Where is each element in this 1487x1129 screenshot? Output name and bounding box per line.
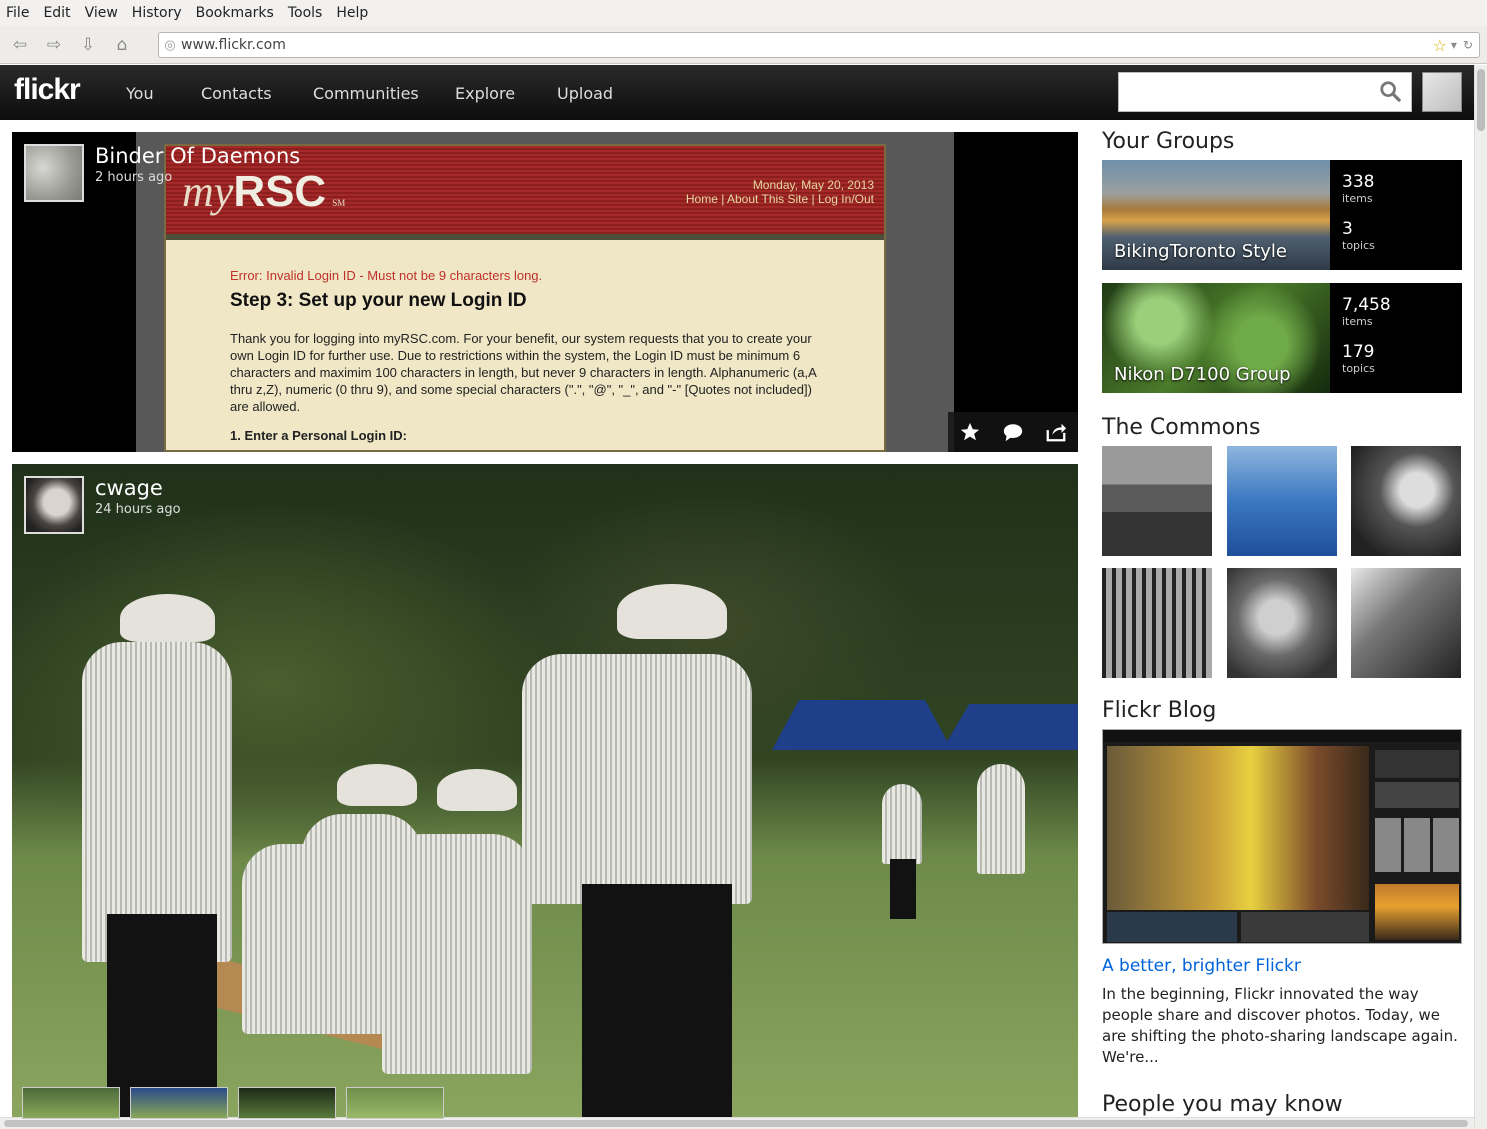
photo-actions — [948, 412, 1078, 452]
owner-name[interactable]: cwage — [95, 476, 181, 500]
flickr-logo[interactable]: flickr — [14, 73, 81, 107]
commons-photo[interactable] — [1102, 568, 1212, 678]
feed-photo[interactable] — [12, 464, 1078, 1119]
share-icon[interactable] — [1045, 421, 1067, 443]
group-card[interactable]: BikingToronto Style 338 items 3 topics — [1102, 160, 1462, 270]
menu-view[interactable]: View — [85, 5, 118, 21]
photo-thumbnail-strip — [22, 1087, 454, 1119]
group-topics-label: topics — [1342, 362, 1375, 375]
blog-post-excerpt: In the beginning, Flickr innovated the w… — [1102, 985, 1458, 1066]
photo-owner: Binder Of Daemons 2 hours ago — [24, 144, 300, 202]
photo-thumbnail[interactable] — [22, 1087, 120, 1119]
photo-thumbnail[interactable] — [130, 1087, 228, 1119]
photo-player — [890, 859, 916, 919]
photo-tent — [772, 700, 952, 750]
photo-player — [882, 784, 922, 864]
flickr-blog-heading[interactable]: Flickr Blog — [1102, 698, 1216, 723]
photo-screenshot-date: Monday, May 20, 2013 Home | About This S… — [685, 178, 874, 206]
group-topics-count: 3 — [1342, 219, 1353, 239]
photo-tent — [942, 704, 1078, 750]
browser-menubar: File Edit View History Bookmarks Tools H… — [0, 0, 1487, 26]
menu-file[interactable]: File — [6, 5, 29, 21]
nav-explore[interactable]: Explore — [455, 84, 515, 103]
search-input[interactable] — [1118, 72, 1412, 112]
group-items-count: 7,458 — [1342, 295, 1391, 315]
group-name[interactable]: Nikon D7100 Group — [1114, 364, 1291, 385]
home-icon[interactable]: ⌂ — [108, 31, 136, 59]
menu-history[interactable]: History — [132, 5, 182, 21]
nav-upload[interactable]: Upload — [557, 84, 613, 103]
menu-bookmarks[interactable]: Bookmarks — [196, 5, 274, 21]
nav-communities[interactable]: Communities — [313, 84, 419, 103]
photo-screenshot-error: Error: Invalid Login ID - Must not be 9 … — [230, 268, 543, 283]
commons-photo[interactable] — [1102, 446, 1212, 556]
owner-avatar[interactable] — [24, 144, 84, 202]
commons-photo[interactable] — [1227, 568, 1337, 678]
browser-navbar: ⇦ ⇨ ⇩ ⌂ ◎ www.flickr.com ☆ ▾ ↻ — [0, 26, 1487, 64]
nav-contacts[interactable]: Contacts — [201, 84, 272, 103]
photo-screenshot-field-label: 1. Enter a Personal Login ID: — [230, 428, 407, 443]
commons-photo[interactable] — [1351, 568, 1461, 678]
menu-edit[interactable]: Edit — [43, 5, 70, 21]
photo-screenshot-paragraph: Thank you for logging into myRSC.com. Fo… — [230, 331, 817, 414]
photo-cap — [437, 769, 517, 811]
group-card[interactable]: Nikon D7100 Group 7,458 items 179 topics — [1102, 283, 1462, 393]
nav-you[interactable]: You — [126, 84, 154, 103]
photo-owner: cwage 24 hours ago — [24, 476, 181, 534]
photo-player — [522, 654, 752, 904]
owner-name[interactable]: Binder Of Daemons — [95, 144, 300, 168]
feed-card: myRSC SM Monday, May 20, 2013 Home | Abou… — [12, 132, 1078, 452]
owner-avatar[interactable] — [24, 476, 84, 534]
people-you-may-know-heading[interactable]: People you may know — [1102, 1092, 1343, 1117]
globe-icon: ◎ — [164, 37, 176, 53]
photo-player — [382, 834, 532, 1074]
group-items-label: items — [1342, 315, 1373, 328]
post-time: 2 hours ago — [95, 170, 173, 185]
url-text[interactable]: www.flickr.com — [181, 37, 1433, 53]
group-items-label: items — [1342, 192, 1373, 205]
flickr-header: flickr You Contacts Communities Explore … — [0, 65, 1474, 120]
photo-thumbnail[interactable] — [346, 1087, 444, 1119]
group-name[interactable]: BikingToronto Style — [1114, 241, 1287, 262]
photo-player — [977, 764, 1025, 874]
post-time: 24 hours ago — [95, 502, 181, 517]
photo-cap — [337, 764, 417, 806]
group-stats: 338 items 3 topics — [1342, 172, 1375, 266]
menu-tools[interactable]: Tools — [288, 5, 323, 21]
group-topics-label: topics — [1342, 239, 1375, 252]
photo-player — [582, 884, 732, 1119]
back-icon[interactable]: ⇦ — [6, 31, 34, 59]
forward-icon[interactable]: ⇨ — [40, 31, 68, 59]
dropdown-arrow-icon[interactable]: ▾ — [1451, 38, 1457, 52]
comment-icon[interactable] — [1002, 421, 1024, 443]
photo-thumbnail[interactable] — [238, 1087, 336, 1119]
commons-photo[interactable] — [1351, 446, 1461, 556]
the-commons-heading[interactable]: The Commons — [1102, 415, 1260, 440]
reload-icon[interactable]: ↻ — [1463, 38, 1473, 52]
download-icon[interactable]: ⇩ — [74, 31, 102, 59]
user-avatar[interactable] — [1422, 72, 1462, 112]
group-stats: 7,458 items 179 topics — [1342, 295, 1391, 389]
photo-cap — [120, 594, 215, 642]
your-groups-heading[interactable]: Your Groups — [1102, 129, 1234, 154]
blog-post-title[interactable]: A better, brighter Flickr — [1102, 956, 1301, 976]
commons-photo[interactable] — [1227, 446, 1337, 556]
favorite-star-icon[interactable] — [959, 421, 981, 443]
photo-screenshot-heading: Step 3: Set up your new Login ID — [230, 290, 527, 311]
scrollbar-thumb[interactable] — [4, 1120, 1468, 1127]
bookmark-star-icon[interactable]: ☆ — [1433, 36, 1447, 55]
menu-help[interactable]: Help — [336, 5, 368, 21]
scrollbar-thumb[interactable] — [1477, 69, 1485, 131]
vertical-scrollbar[interactable] — [1474, 65, 1487, 1129]
feed-card: cwage 24 hours ago — [12, 464, 1078, 1119]
blog-post-image[interactable] — [1102, 729, 1462, 944]
url-bar[interactable]: ◎ www.flickr.com ☆ ▾ ↻ — [158, 32, 1480, 58]
group-items-count: 338 — [1342, 172, 1375, 192]
photo-cap — [617, 584, 727, 639]
group-topics-count: 179 — [1342, 342, 1375, 362]
search-icon[interactable] — [1379, 80, 1401, 102]
